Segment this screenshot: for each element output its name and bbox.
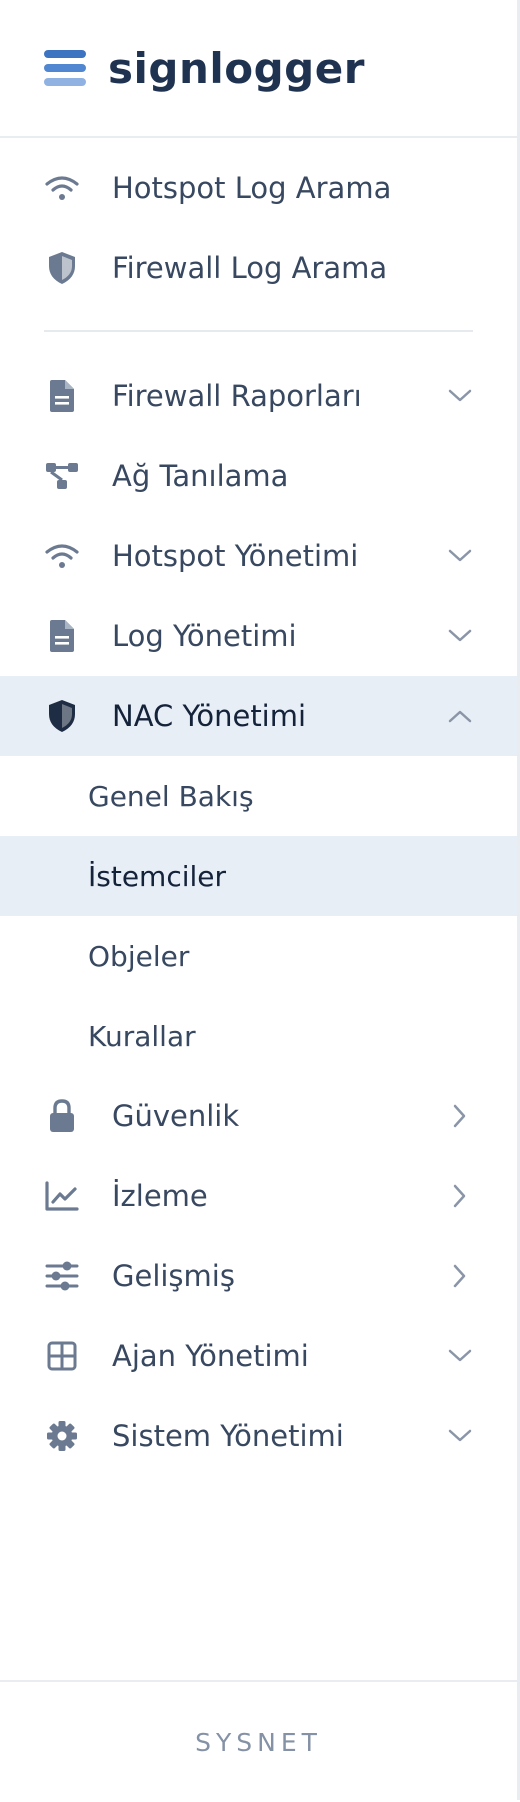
chevron-down-icon — [447, 623, 473, 649]
document-icon — [44, 618, 80, 654]
chevron-down-icon — [447, 543, 473, 569]
brand-name: signlogger — [108, 43, 365, 93]
nav-item-label: Güvenlik — [112, 1099, 240, 1133]
logo-icon — [44, 50, 86, 86]
nav-item-log-yonetimi[interactable]: Log Yönetimi — [0, 596, 517, 676]
subnav-item-istemciler[interactable]: İstemciler — [0, 836, 517, 916]
nav-divider — [44, 330, 473, 332]
chevron-down-icon — [447, 1423, 473, 1449]
nav-menu: Hotspot Log Arama Firewall Log Arama Fir… — [0, 138, 517, 1476]
grid-icon — [44, 1338, 80, 1374]
nav-item-label: İzleme — [112, 1179, 208, 1213]
nav-item-label: NAC Yönetimi — [112, 699, 307, 733]
wifi-icon — [44, 170, 80, 206]
nav-item-hotspot-log-arama[interactable]: Hotspot Log Arama — [0, 148, 517, 228]
nav-item-label: Sistem Yönetimi — [112, 1419, 344, 1453]
nav-item-firewall-raporlari[interactable]: Firewall Raporları — [0, 356, 517, 436]
gear-icon — [44, 1418, 80, 1454]
nav-item-ajan-yonetimi[interactable]: Ajan Yönetimi — [0, 1316, 517, 1396]
subnav-item-label: Genel Bakış — [88, 779, 254, 813]
nav-item-label: Ajan Yönetimi — [112, 1339, 309, 1373]
nav-item-sistem-yonetimi[interactable]: Sistem Yönetimi — [0, 1396, 517, 1476]
nav-item-label: Firewall Log Arama — [112, 251, 388, 285]
subnav-item-genel-bakis[interactable]: Genel Bakış — [0, 756, 517, 836]
nav-item-label: Ağ Tanılama — [112, 459, 289, 493]
nav-item-label: Log Yönetimi — [112, 619, 297, 653]
chevron-down-icon — [447, 1343, 473, 1369]
nav-item-hotspot-yonetimi[interactable]: Hotspot Yönetimi — [0, 516, 517, 596]
nav-item-firewall-log-arama[interactable]: Firewall Log Arama — [0, 228, 517, 308]
sliders-icon — [44, 1258, 80, 1294]
nav-item-label: Firewall Raporları — [112, 379, 362, 413]
wifi-icon — [44, 538, 80, 574]
document-icon — [44, 378, 80, 414]
chart-line-icon — [44, 1178, 80, 1214]
nav-item-label: Hotspot Log Arama — [112, 171, 392, 205]
chevron-right-icon — [447, 1263, 473, 1289]
subnav-item-label: İstemciler — [88, 859, 227, 893]
subnav-item-objeler[interactable]: Objeler — [0, 916, 517, 996]
nav-item-ag-tanilama[interactable]: Ağ Tanılama — [0, 436, 517, 516]
chevron-down-icon — [447, 383, 473, 409]
lock-icon — [44, 1098, 80, 1134]
subnav-item-kurallar[interactable]: Kurallar — [0, 996, 517, 1076]
chevron-right-icon — [447, 1103, 473, 1129]
nav-item-gelismis[interactable]: Gelişmiş — [0, 1236, 517, 1316]
sidebar-footer: SYSNET — [0, 1680, 517, 1802]
sidebar-header: signlogger — [0, 0, 517, 138]
nav-item-label: Gelişmiş — [112, 1259, 235, 1293]
nav-item-nac-yonetimi[interactable]: NAC Yönetimi — [0, 676, 517, 756]
chevron-right-icon — [447, 1183, 473, 1209]
shield-icon — [44, 250, 80, 286]
network-icon — [44, 458, 80, 494]
nav-item-izleme[interactable]: İzleme — [0, 1156, 517, 1236]
subnav-item-label: Objeler — [88, 939, 190, 973]
sidebar: signlogger Hotspot Log Arama Firewall Lo… — [0, 0, 520, 1800]
subnav-item-label: Kurallar — [88, 1019, 196, 1053]
footer-brand: SYSNET — [195, 1727, 322, 1757]
chevron-up-icon — [447, 703, 473, 729]
shield-icon — [44, 698, 80, 734]
nav-item-label: Hotspot Yönetimi — [112, 539, 359, 573]
nav-item-guvenlik[interactable]: Güvenlik — [0, 1076, 517, 1156]
